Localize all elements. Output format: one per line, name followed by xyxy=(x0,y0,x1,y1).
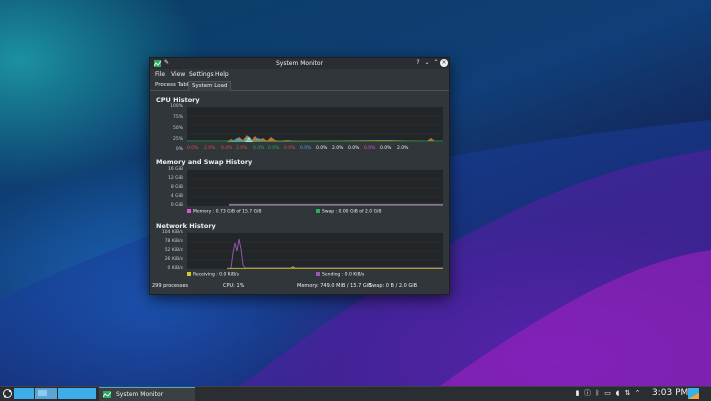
sending-legend-text: Sending : 0.0 KiB/s xyxy=(322,272,365,278)
sending-legend: Sending : 0.0 KiB/s xyxy=(316,272,364,278)
sending-color-swatch xyxy=(316,272,320,276)
cpu-legend-value: 0.0% xyxy=(348,146,360,151)
cpu-y-tick: 0% xyxy=(175,147,183,152)
pager-desktop-3[interactable] xyxy=(58,388,96,399)
receiving-color-swatch xyxy=(187,272,191,276)
menu-settings[interactable]: Settings xyxy=(189,71,214,78)
status-processes: 299 processes xyxy=(152,283,189,289)
close-button[interactable]: × xyxy=(440,59,448,67)
swap-legend-text: Swap : 0.00 GiB of 2.0 GiB xyxy=(322,209,382,215)
status-memory: Memory: 749.0 MiB / 15.7 GiB xyxy=(297,283,372,289)
cpu-legend-value: 2.0% xyxy=(204,146,216,151)
swap-legend: Swap : 0.00 GiB of 2.0 GiB xyxy=(316,209,381,215)
show-desktop-icon[interactable] xyxy=(688,388,699,399)
tray-expand-icon[interactable]: ⌃ xyxy=(633,389,642,398)
battery-icon[interactable]: ▭ xyxy=(603,389,612,398)
cpu-legend-value: 2.0% xyxy=(397,146,409,151)
network-y-tick: 0 KiB/s xyxy=(167,266,183,271)
menu-file[interactable]: File xyxy=(155,71,165,78)
network-y-tick: 26 KiB/s xyxy=(164,257,183,262)
pager-desktop-1[interactable] xyxy=(14,388,34,399)
cpu-legend-value: 0.0% xyxy=(268,146,280,151)
cpu-legend-value: 0.0% xyxy=(300,146,312,151)
network-history-title: Network History xyxy=(156,222,216,230)
cpu-y-tick: 100% xyxy=(170,104,183,109)
window-title: System Monitor xyxy=(275,60,324,67)
application-launcher-icon[interactable] xyxy=(2,388,13,399)
notifications-icon[interactable]: ⓘ xyxy=(583,389,592,398)
cpu-y-tick: 25% xyxy=(172,137,183,142)
cpu-legend-value: 0.0% xyxy=(380,146,392,151)
memory-y-tick: 12 GiB xyxy=(168,176,183,181)
cpu-history-plot xyxy=(187,107,443,142)
tab-system-load[interactable]: System Load xyxy=(188,81,232,91)
memory-y-tick: 8 GiB xyxy=(170,185,183,190)
network-y-tick: 78 KiB/s xyxy=(164,239,183,244)
audio-volume-icon[interactable]: ◖ xyxy=(613,389,622,398)
network-icon[interactable]: ⇅ xyxy=(623,389,632,398)
network-history-plot xyxy=(187,233,443,269)
swap-color-swatch xyxy=(316,209,320,213)
memory-y-tick: 0 GiB xyxy=(170,203,183,208)
menu-bar: File View Settings Help xyxy=(150,70,449,79)
title-bar[interactable]: ✎ System Monitor ? ⌄ ⌃ × xyxy=(150,58,449,69)
network-y-tick: 52 KiB/s xyxy=(164,248,183,253)
minimize-button[interactable]: ⌄ xyxy=(423,59,431,67)
memory-y-tick: 4 GiB xyxy=(170,194,183,199)
cpu-legend-value: 0.0% xyxy=(187,146,199,151)
cpu-history-title: CPU History xyxy=(156,96,200,104)
pager-desktop-2[interactable] xyxy=(35,388,57,399)
cpu-legend-value: 0.0% xyxy=(253,146,265,151)
taskbar-item-label: System Monitor xyxy=(116,391,164,398)
memory-history-plot xyxy=(187,170,443,206)
tab-bar: Process Table System Load xyxy=(150,80,449,91)
menu-view[interactable]: View xyxy=(171,71,185,78)
cpu-legend-value: 0.0% xyxy=(221,146,233,151)
help-button[interactable]: ? xyxy=(414,59,422,67)
bluetooth-icon[interactable]: ᛒ xyxy=(593,389,602,398)
menu-help[interactable]: Help xyxy=(215,71,229,78)
taskbar-item-system-monitor[interactable]: System Monitor xyxy=(99,387,195,401)
cpu-legend-value: 0.0% xyxy=(316,146,328,151)
cpu-legend-value: 0.0% xyxy=(364,146,376,151)
memory-legend: Memory : 0.73 GiB of 15.7 GiB xyxy=(187,209,261,215)
maximize-button[interactable]: ⌃ xyxy=(432,59,440,67)
clock[interactable]: 3:03 PM xyxy=(652,388,688,398)
cpu-legend-value: 2.0% xyxy=(236,146,248,151)
receiving-legend: Receiving : 0.0 KiB/s xyxy=(187,272,239,278)
status-cpu: CPU: 1% xyxy=(223,283,245,289)
system-monitor-task-icon xyxy=(103,391,111,398)
memory-y-tick: 16 GiB xyxy=(168,167,183,172)
network-y-tick: 104 KiB/s xyxy=(161,230,183,235)
cpu-y-tick: 75% xyxy=(172,115,183,120)
clipboard-icon[interactable]: ▮ xyxy=(573,389,582,398)
system-monitor-window: ✎ System Monitor ? ⌄ ⌃ × File View Setti… xyxy=(149,57,450,295)
cpu-legend-value: 2.0% xyxy=(332,146,344,151)
memory-legend-text: Memory : 0.73 GiB of 15.7 GiB xyxy=(193,209,262,215)
pager-window-thumbnail xyxy=(38,390,47,396)
taskbar: System Monitor ▮ ⓘ ᛒ ▭ ◖ ⇅ ⌃ 3:03 PM xyxy=(0,386,711,401)
cpu-legend-value: 0.0% xyxy=(284,146,296,151)
status-swap: Swap: 0 B / 2.0 GiB xyxy=(369,283,418,289)
receiving-legend-text: Receiving : 0.0 KiB/s xyxy=(193,272,239,278)
cpu-y-tick: 50% xyxy=(172,126,183,131)
memory-color-swatch xyxy=(187,209,191,213)
memory-swap-history-title: Memory and Swap History xyxy=(156,158,253,166)
